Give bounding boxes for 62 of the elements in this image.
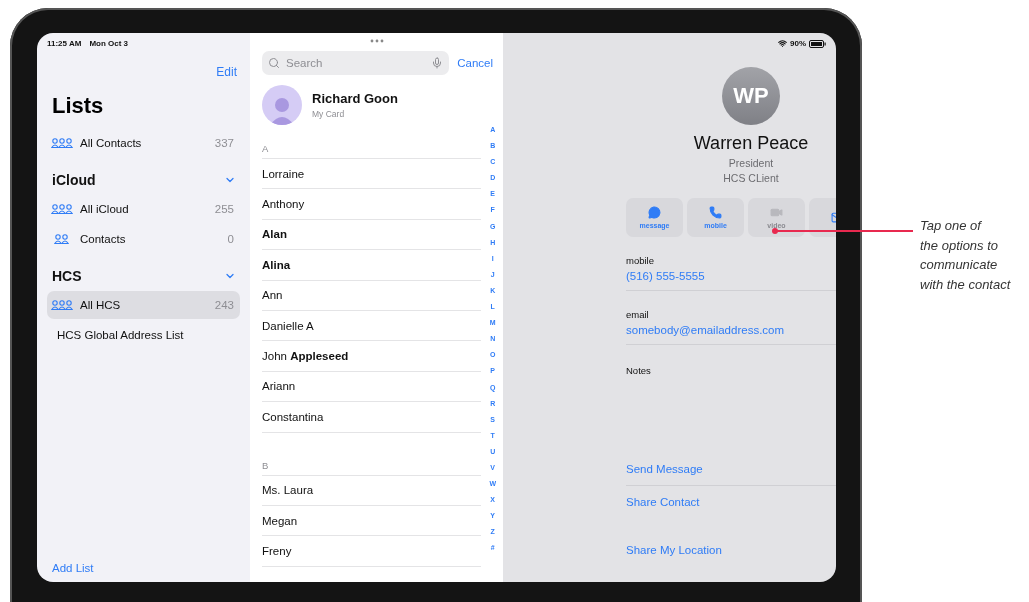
contact-row[interactable]: John Appleseed (262, 341, 481, 372)
contact-title: President (728, 157, 774, 169)
card-subtitle: My Card (312, 109, 346, 119)
status-time: 11:25 AM (47, 39, 82, 50)
action-link[interactable]: Send Message (626, 463, 703, 475)
contact-row[interactable]: Danielle A (262, 310, 481, 342)
contact-row[interactable]: Ann (262, 280, 481, 311)
group-header[interactable]: iCloud (47, 165, 240, 195)
contact-row[interactable]: Freny (262, 536, 481, 567)
contact-row[interactable]: Constantina (262, 402, 481, 433)
contact-company: HCS CLient (723, 172, 779, 184)
battery-level: 90% (790, 39, 806, 48)
search-icon (268, 57, 280, 69)
card-name: Richard Goon (312, 91, 398, 106)
people-icon (51, 300, 73, 310)
contact-row[interactable]: Ariann (262, 371, 481, 403)
field-value-link[interactable]: (516) 555-5555 (626, 270, 836, 282)
battery-icon (809, 39, 826, 48)
contact-row[interactable]: Anthony (262, 189, 481, 220)
contact-row[interactable]: Alina (262, 250, 481, 281)
section-header: B (262, 432, 481, 476)
section-header: A (262, 125, 481, 159)
item-count: 337 (214, 137, 234, 149)
contact-row[interactable]: Lorraine (262, 159, 481, 190)
contact-row[interactable]: Megan (262, 505, 481, 537)
status-date: Mon Oct 3 (89, 39, 129, 50)
people-icon (54, 234, 71, 244)
list-item[interactable]: All HCS 243 (47, 291, 240, 319)
item-count: 0 (227, 233, 234, 245)
microphone-icon (431, 57, 444, 69)
more-dots-icon[interactable] (369, 39, 384, 43)
add-list-link[interactable]: Add List (52, 562, 240, 574)
list-item[interactable]: Contacts 0 (47, 225, 240, 253)
wifi-icon (778, 39, 787, 48)
contact-row[interactable]: Alan (262, 219, 481, 251)
list-item[interactable]: All Contacts 337 (47, 129, 240, 157)
phone-icon (709, 206, 722, 219)
action-link[interactable]: Share My Location (626, 544, 722, 556)
field-value-link[interactable]: somebody@emailaddress.com (626, 324, 836, 336)
people-icon (51, 204, 73, 214)
group-header[interactable]: HCS (47, 261, 240, 291)
message-icon (648, 206, 661, 219)
notes-label: Notes (626, 365, 652, 378)
list-item[interactable]: All iCloud 255 (47, 195, 240, 223)
action-link[interactable]: Share Contact (626, 496, 700, 508)
annotation-text: Tap one of the options to communicate with the contact (920, 217, 1011, 294)
contact-row[interactable]: Ms. Laura (262, 475, 481, 506)
item-count: 243 (214, 299, 234, 311)
cancel-link[interactable]: Cancel (457, 57, 493, 69)
video-icon (770, 206, 783, 219)
list-item[interactable]: HCS Global Address List (47, 321, 240, 349)
field-label: email (626, 309, 650, 320)
contact-avatar: WP (722, 67, 780, 125)
search-input[interactable]: Search (284, 56, 428, 70)
sidebar-title: Lists (52, 93, 105, 119)
contact-name: Warren Peace (693, 133, 809, 154)
edit-link[interactable]: Edit (216, 65, 237, 79)
field-label: mobile (626, 255, 655, 266)
item-count: 255 (214, 203, 234, 215)
avatar (262, 85, 302, 125)
people-icon (51, 138, 73, 148)
search-bar[interactable]: Search (262, 51, 450, 75)
